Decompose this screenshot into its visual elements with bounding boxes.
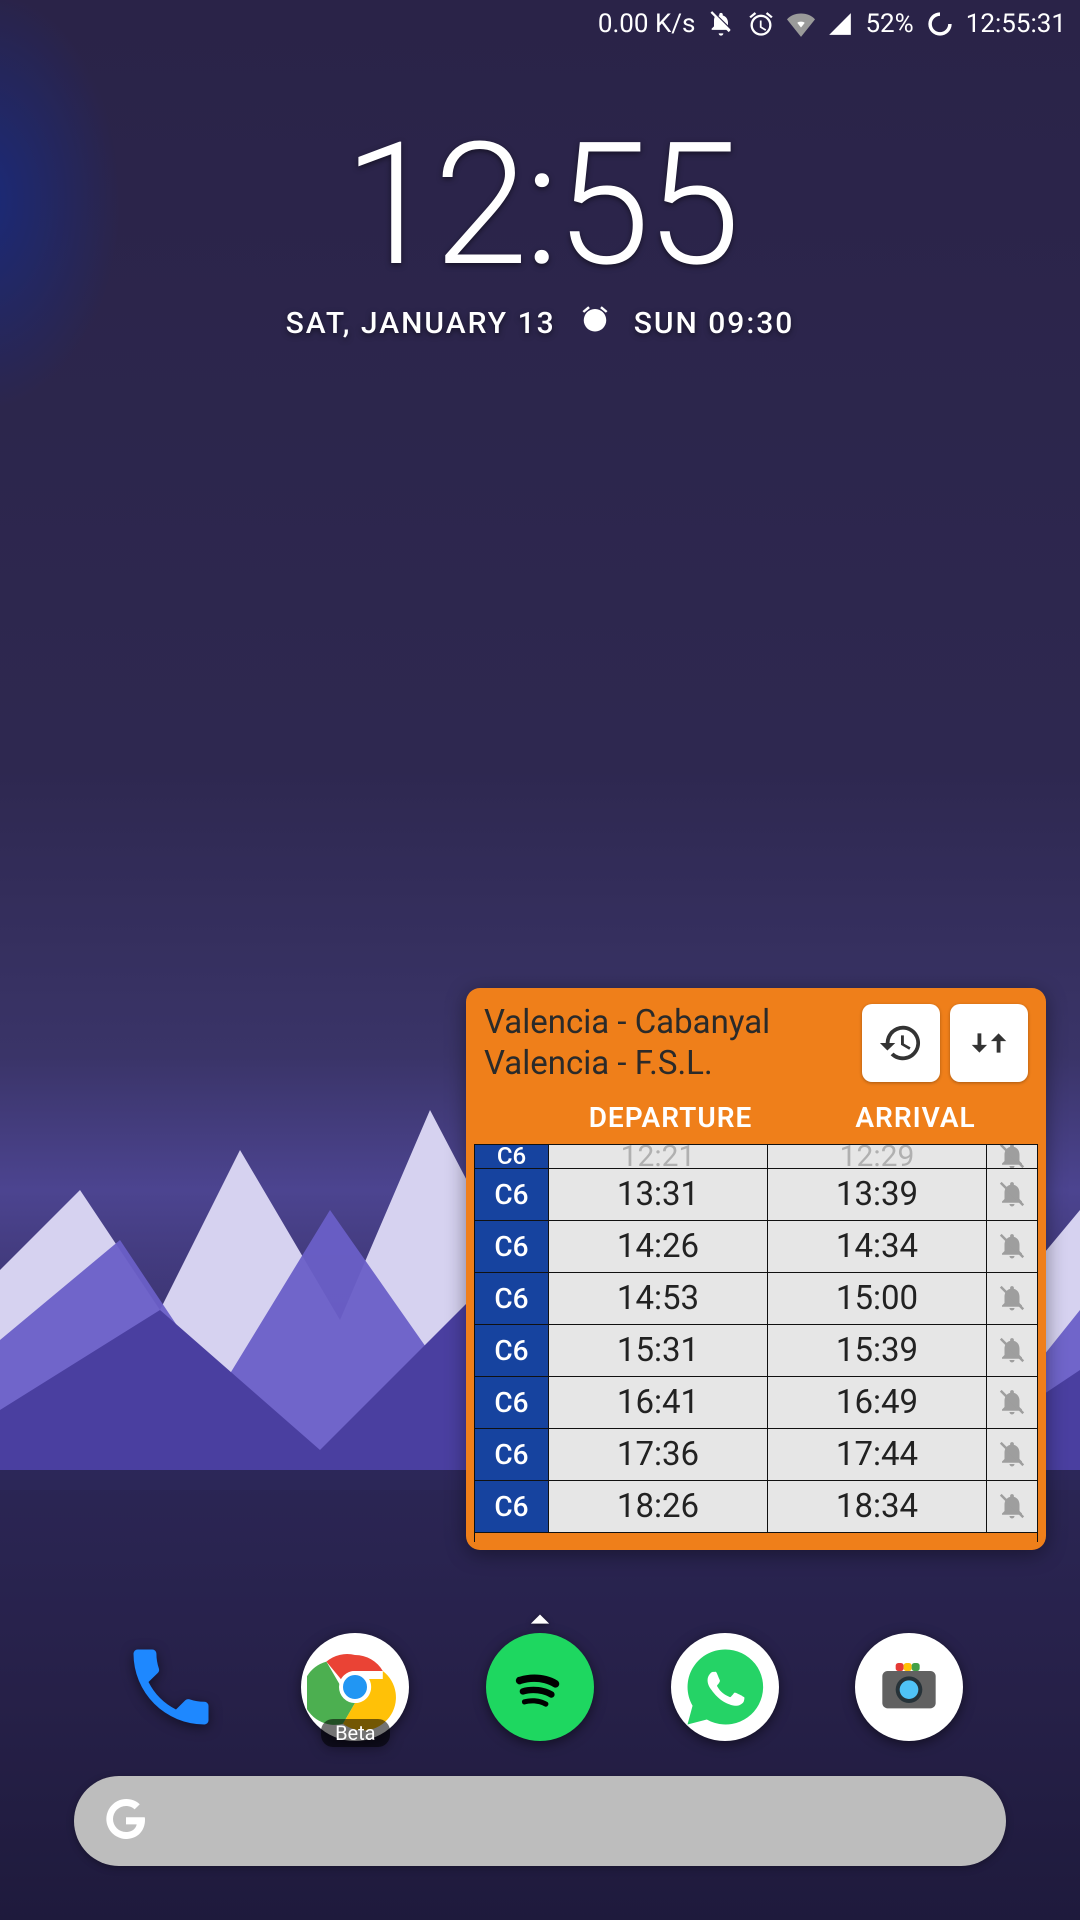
status-battery-pct: 52% <box>865 9 913 39</box>
status-bar: 0.00 K/s 52% 12:55:31 <box>0 0 1080 48</box>
train-alarm-toggle[interactable] <box>987 1377 1037 1428</box>
train-arrival-time: 15:39 <box>768 1325 987 1376</box>
whatsapp-icon <box>680 1642 770 1732</box>
clock-time: 12:55 <box>344 120 737 290</box>
train-row[interactable]: C617:3617:44 <box>475 1429 1037 1481</box>
train-arrival-time: 18:34 <box>768 1481 987 1532</box>
train-origin: Valencia - Cabanyal <box>484 1002 852 1043</box>
train-alarm-toggle[interactable] <box>987 1481 1037 1532</box>
train-line-badge: C6 <box>475 1145 549 1168</box>
status-net-speed: 0.00 K/s <box>598 9 696 39</box>
train-alarm-toggle[interactable] <box>987 1325 1037 1376</box>
train-arrival-time: 13:39 <box>768 1169 987 1220</box>
train-arrival-time: 15:00 <box>768 1273 987 1324</box>
train-alarm-toggle[interactable] <box>987 1429 1037 1480</box>
train-departure-time: 16:41 <box>549 1377 768 1428</box>
col-departure-label: DEPARTURE <box>548 1101 793 1134</box>
clock-date: SAT, JANUARY 13 <box>286 306 556 341</box>
train-arrival-time: 12:29 <box>768 1145 987 1168</box>
status-time: 12:55:31 <box>966 9 1066 39</box>
chrome-app[interactable]: Beta <box>301 1633 409 1741</box>
train-line-badge: C6 <box>475 1377 549 1428</box>
history-icon <box>878 1020 924 1066</box>
train-line-badge: C6 <box>475 1273 549 1324</box>
train-line-badge: C6 <box>475 1221 549 1272</box>
train-departure-time: 14:26 <box>549 1221 768 1272</box>
train-departure-time: 12:21 <box>549 1145 768 1168</box>
train-rows[interactable]: C612:2112:29C613:3113:39C614:2614:34C614… <box>474 1144 1038 1543</box>
train-line-badge: C6 <box>475 1429 549 1480</box>
google-search-bar[interactable] <box>74 1776 1006 1866</box>
loading-ring-icon <box>926 10 954 38</box>
train-row[interactable]: C614:5315:00 <box>475 1273 1037 1325</box>
camera-app[interactable] <box>855 1633 963 1741</box>
train-line-badge: C6 <box>475 1481 549 1532</box>
train-arrival-time: 16:49 <box>768 1377 987 1428</box>
swap-direction-button[interactable] <box>950 1004 1028 1082</box>
alarm-icon <box>580 304 610 342</box>
train-departure-time: 13:31 <box>549 1169 768 1220</box>
train-row[interactable]: C615:3115:39 <box>475 1325 1037 1377</box>
chrome-beta-badge: Beta <box>321 1719 390 1747</box>
train-alarm-toggle[interactable] <box>987 1145 1037 1168</box>
train-line-badge: C6 <box>475 1325 549 1376</box>
clock-widget[interactable]: 12:55 SAT, JANUARY 13 SUN 09:30 <box>0 120 1080 342</box>
refresh-button[interactable] <box>862 1004 940 1082</box>
phone-icon <box>121 1637 221 1737</box>
train-destination: Valencia - F.S.L. <box>484 1043 852 1084</box>
notifications-muted-icon <box>707 10 735 38</box>
whatsapp-app[interactable] <box>671 1633 779 1741</box>
train-widget[interactable]: Valencia - Cabanyal Valencia - F.S.L. DE… <box>466 988 1046 1550</box>
camera-icon <box>877 1655 941 1719</box>
train-row[interactable]: C612:2112:29 <box>475 1145 1037 1169</box>
train-alarm-toggle[interactable] <box>987 1273 1037 1324</box>
train-row[interactable]: C618:2618:34 <box>475 1481 1037 1533</box>
train-line-badge: C6 <box>475 1169 549 1220</box>
col-arrival-label: ARRIVAL <box>793 1101 1038 1134</box>
train-arrival-time: 14:34 <box>768 1221 987 1272</box>
train-alarm-toggle[interactable] <box>987 1169 1037 1220</box>
swap-icon <box>966 1020 1012 1066</box>
google-g-icon <box>102 1795 150 1847</box>
train-departure-time: 18:26 <box>549 1481 768 1532</box>
alarm-set-icon <box>747 10 775 38</box>
train-row[interactable]: C616:4116:49 <box>475 1377 1037 1429</box>
train-departure-time: 15:31 <box>549 1325 768 1376</box>
cell-signal-icon <box>827 11 853 37</box>
train-departure-time: 17:36 <box>549 1429 768 1480</box>
train-widget-header: Valencia - Cabanyal Valencia - F.S.L. <box>474 996 1038 1095</box>
spotify-app[interactable] <box>486 1633 594 1741</box>
clock-next-alarm: SUN 09:30 <box>634 306 795 341</box>
wifi-icon <box>787 10 815 38</box>
train-departure-time: 14:53 <box>549 1273 768 1324</box>
train-route-title: Valencia - Cabanyal Valencia - F.S.L. <box>484 1002 852 1085</box>
train-alarm-toggle[interactable] <box>987 1221 1037 1272</box>
spotify-icon <box>505 1652 575 1722</box>
train-column-header: DEPARTURE ARRIVAL <box>474 1095 1038 1144</box>
dock: Beta <box>0 1622 1080 1752</box>
train-row[interactable]: C613:3113:39 <box>475 1169 1037 1221</box>
train-arrival-time: 17:44 <box>768 1429 987 1480</box>
phone-app[interactable] <box>117 1633 225 1741</box>
train-row[interactable]: C614:2614:34 <box>475 1221 1037 1273</box>
